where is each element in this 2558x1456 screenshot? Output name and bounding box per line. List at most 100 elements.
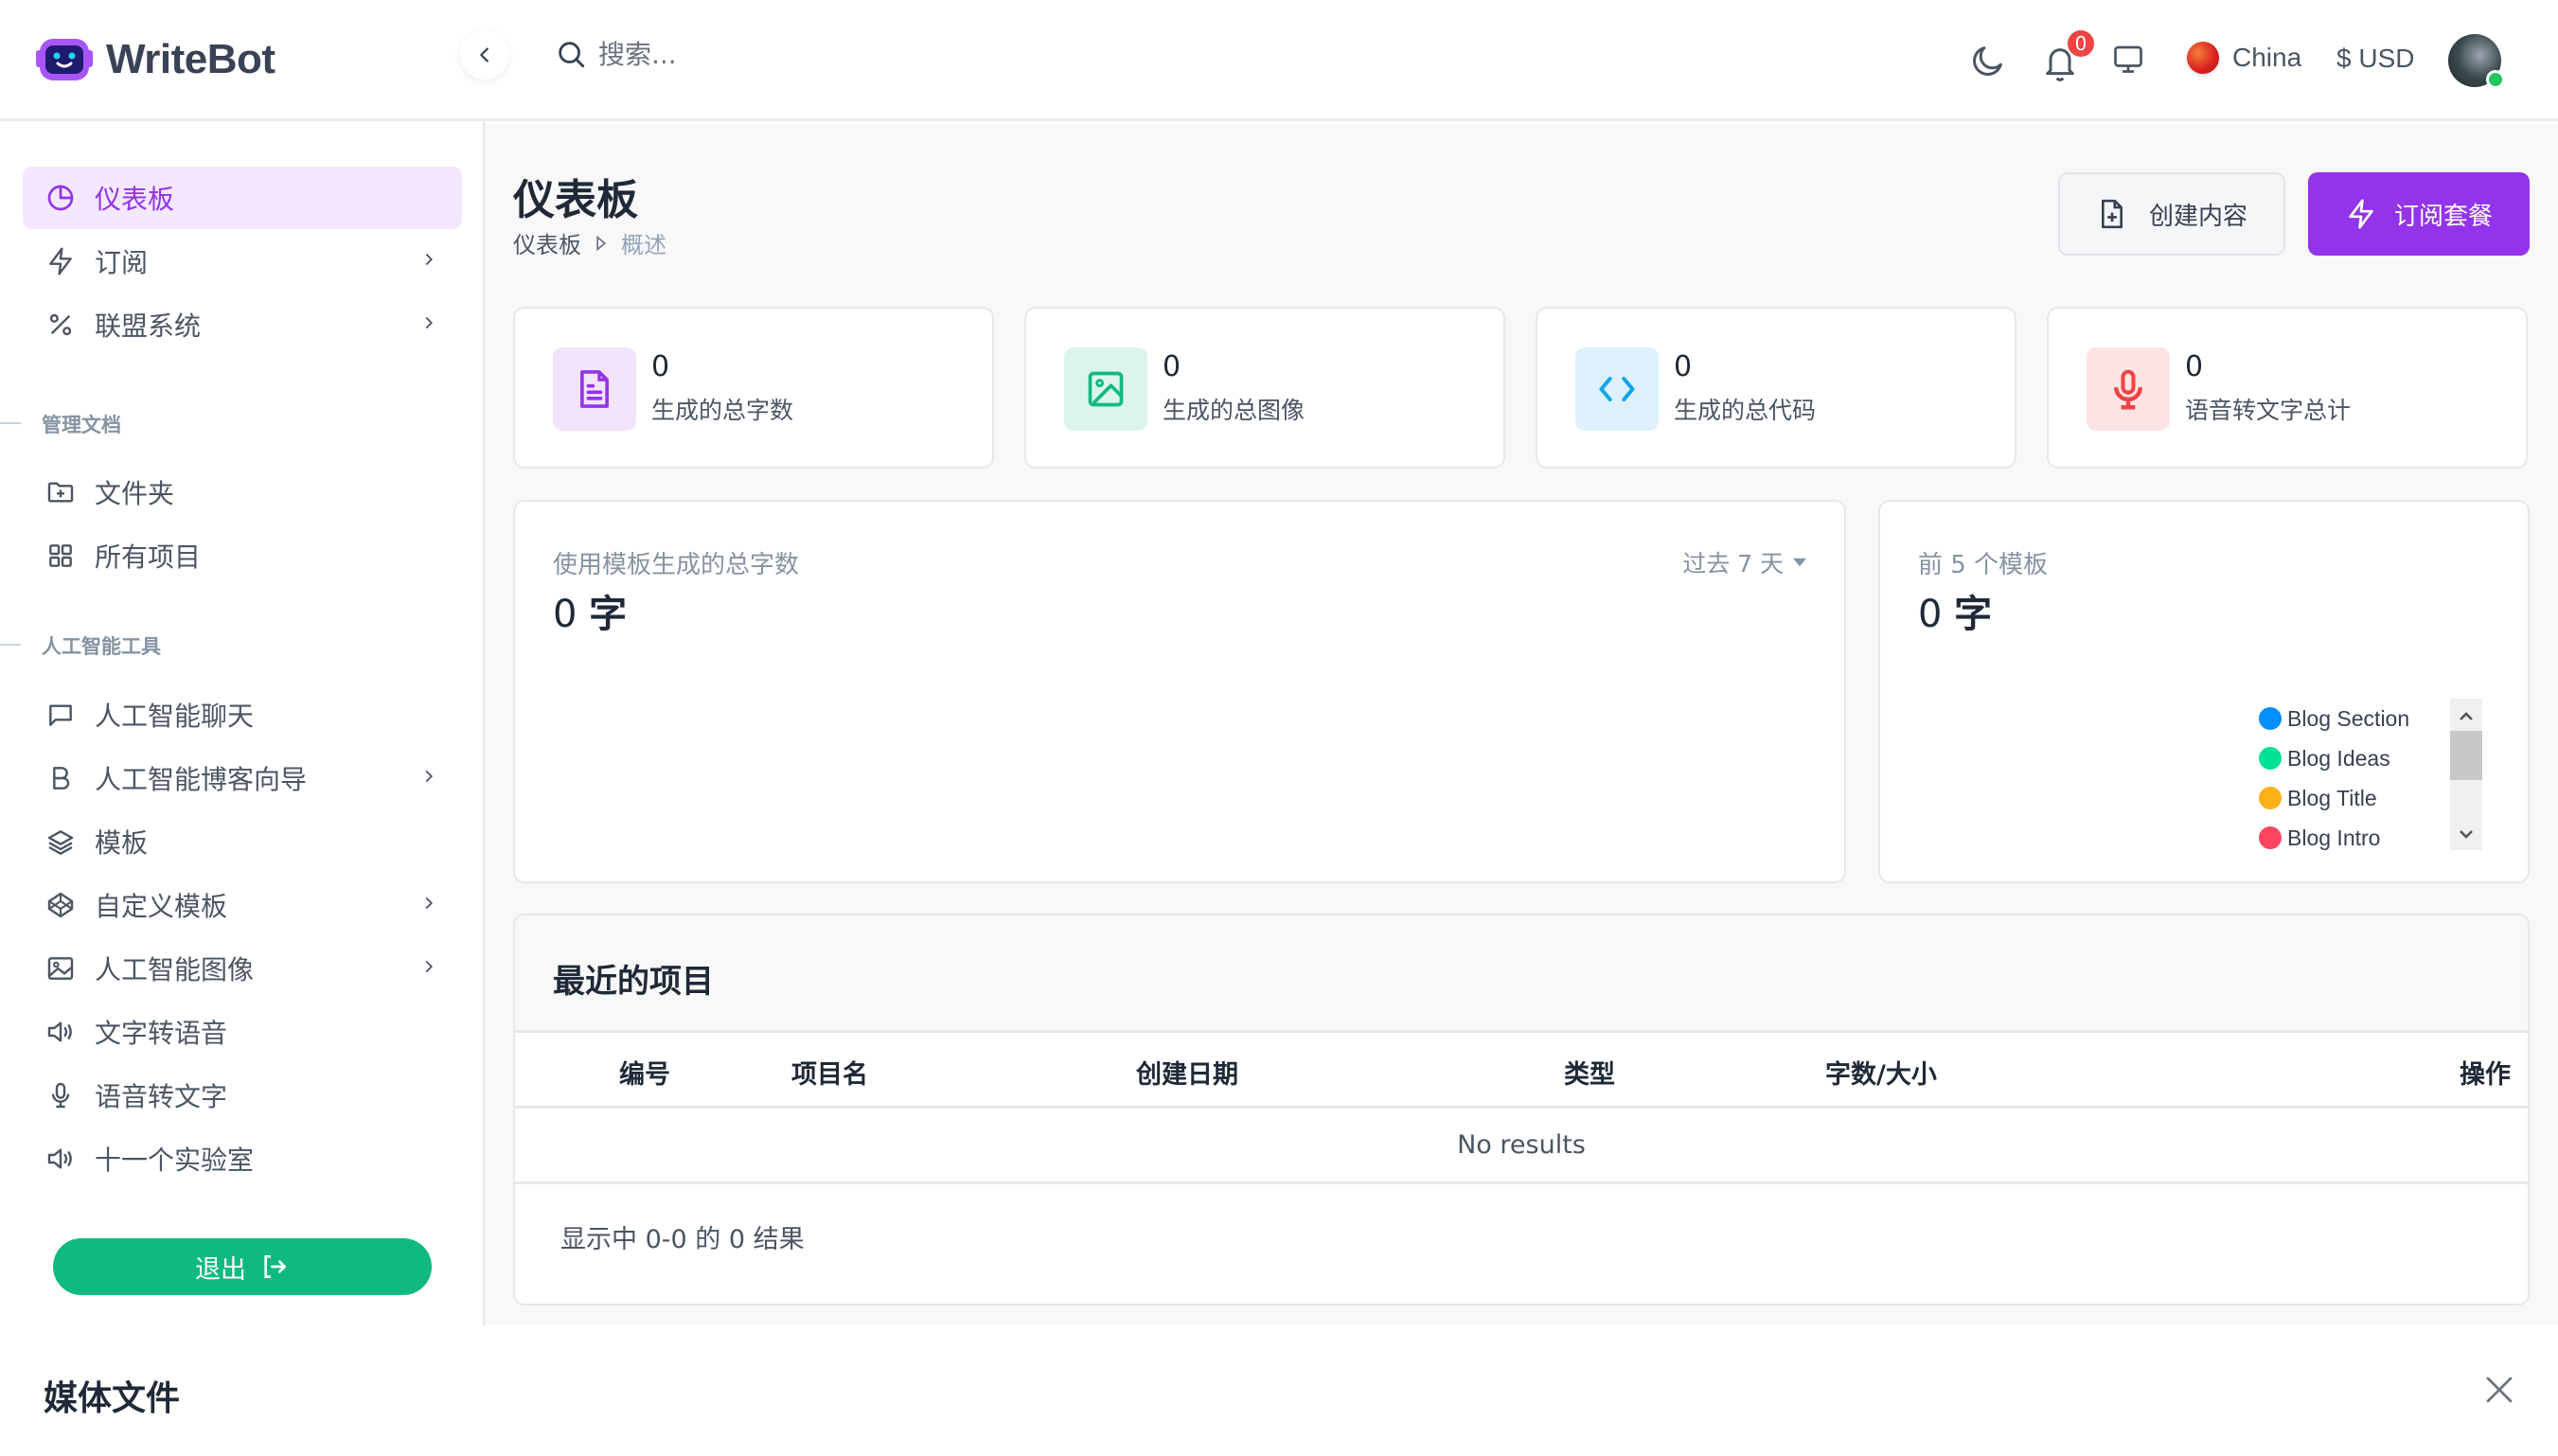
template-words-card: 使用模板生成的总字数 过去 7 天 0 字	[513, 500, 1846, 883]
create-content-label: 创建内容	[2148, 202, 2247, 231]
search-input[interactable]	[598, 38, 1072, 70]
chevron-right-icon	[425, 960, 434, 973]
sidebar-item-ai-blog-wizard[interactable]: 人工智能博客向导	[23, 747, 462, 809]
percent-icon	[45, 310, 76, 340]
monitor-icon	[2114, 45, 2142, 73]
search-bar	[555, 38, 1072, 70]
sidebar-item-ai-image[interactable]: 人工智能图像	[23, 937, 462, 1000]
column-header-project-name[interactable]: 项目名	[791, 1054, 868, 1091]
chat-icon	[45, 700, 76, 730]
robot-logo-icon	[36, 39, 93, 80]
breadcrumb-item[interactable]: 仪表板	[513, 226, 581, 259]
subscribe-plan-label: 订阅套餐	[2393, 202, 2493, 231]
legend-item[interactable]: Blog Ideas	[2259, 738, 2429, 778]
file-plus-icon	[2101, 199, 2123, 229]
section-title-ai-tools: 人工智能工具	[42, 635, 161, 658]
avatar[interactable]	[2448, 34, 2505, 89]
sidebar-item-label: 语音转文字	[95, 1081, 228, 1112]
section-divider	[0, 422, 21, 424]
table-card-header: 最近的项目	[515, 915, 2528, 1033]
online-status-indicator	[2486, 70, 2505, 89]
stat-value: 0	[651, 350, 670, 383]
column-header-type[interactable]: 类型	[1564, 1054, 1615, 1091]
column-header-created-date[interactable]: 创建日期	[1136, 1054, 1238, 1091]
country-label: China	[2232, 43, 2302, 72]
folder-plus-icon	[45, 477, 76, 507]
currency-selector[interactable]: $ USD	[2336, 44, 2414, 74]
caret-right-icon	[596, 235, 607, 251]
notifications-button[interactable]: 0	[2041, 30, 2094, 87]
column-header-word-count[interactable]: 字数/大小	[1825, 1054, 1937, 1091]
grid-icon	[45, 541, 76, 571]
sidebar-item-label: 文字转语音	[95, 1018, 228, 1049]
card-title: 使用模板生成的总字数	[553, 551, 800, 579]
sidebar-item-eleven-labs[interactable]: 十一个实验室	[23, 1128, 462, 1190]
column-header-id[interactable]: 编号	[619, 1054, 670, 1091]
legend-label: Blog Intro	[2287, 825, 2381, 850]
sidebar-item-label: 仪表板	[95, 184, 175, 215]
scroll-down-button[interactable]	[2450, 820, 2482, 848]
chevron-up-icon	[2460, 712, 2473, 720]
legend-label: Blog Section	[2287, 705, 2410, 731]
legend-item[interactable]: Blog Section	[2259, 699, 2429, 738]
code-icon	[1575, 347, 1659, 431]
media-panel-title: 媒体文件	[44, 1379, 181, 1418]
logout-button[interactable]: 退出	[53, 1238, 432, 1295]
fullscreen-button[interactable]	[2111, 42, 2145, 80]
sidebar-item-label: 自定义模板	[95, 891, 228, 922]
card-value-unit: 字	[589, 593, 628, 636]
flag-icon	[2187, 42, 2219, 74]
sidebar-item-custom-templates[interactable]: 自定义模板	[23, 874, 462, 936]
image-icon	[45, 953, 76, 984]
dark-mode-toggle[interactable]	[1969, 42, 2007, 83]
recent-projects-card: 最近的项目 编号 项目名 创建日期 类型 字数/大小 操作 No results…	[513, 914, 2530, 1305]
time-range-dropdown[interactable]: 过去 7 天	[1682, 545, 1806, 579]
table-empty-row: No results	[515, 1109, 2528, 1184]
subscribe-plan-button[interactable]: 订阅套餐	[2308, 172, 2530, 256]
sidebar-item-ai-chat[interactable]: 人工智能聊天	[23, 684, 462, 746]
sidebar-item-folders[interactable]: 文件夹	[23, 461, 462, 524]
search-icon	[559, 42, 585, 68]
layers-icon	[45, 826, 76, 857]
sidebar-item-all-projects[interactable]: 所有项目	[23, 524, 462, 587]
legend-item[interactable]: Blog Intro	[2259, 818, 2429, 850]
main-content: 仪表板 仪表板 概述 创建内容 订阅套餐 0 生成的总字数 0 生成的总图像 0…	[485, 124, 2558, 1325]
image-icon	[1064, 347, 1147, 431]
chevron-down-icon	[2460, 830, 2473, 839]
section-title-manage-docs: 管理文档	[42, 414, 121, 436]
stat-value: 0	[1674, 350, 1693, 383]
scroll-up-button[interactable]	[2450, 702, 2482, 731]
language-selector[interactable]: China	[2187, 42, 2301, 74]
sidebar-item-text-to-speech[interactable]: 文字转语音	[23, 1001, 462, 1063]
card-value: 0 字	[553, 583, 627, 638]
logo[interactable]: WriteBot	[36, 36, 275, 83]
card-value: 0 字	[1918, 583, 1992, 638]
lightning-icon	[45, 246, 76, 276]
chevron-right-icon	[425, 770, 434, 783]
card-value-number: 0	[1918, 593, 1943, 636]
sidebar-item-subscription[interactable]: 订阅	[23, 230, 462, 293]
moon-icon	[1973, 46, 2002, 76]
sidebar-item-dashboard[interactable]: 仪表板	[23, 167, 462, 229]
card-value-unit: 字	[1954, 593, 1993, 636]
stat-label: 语音转文字总计	[2185, 397, 2352, 424]
card-value-number: 0	[553, 593, 577, 636]
codepen-icon	[45, 890, 76, 920]
legend-scrollbar[interactable]	[2450, 699, 2482, 850]
media-files-panel: 媒体文件	[0, 1325, 2558, 1456]
sidebar-item-label: 所有项目	[95, 542, 202, 573]
sidebar-collapse-button[interactable]	[460, 30, 509, 80]
create-content-button[interactable]: 创建内容	[2058, 172, 2285, 256]
card-title: 前 5 个模板	[1918, 551, 2049, 579]
chart-legend: Blog Section Blog Ideas Blog Title Blog …	[2259, 699, 2429, 850]
media-panel-close-button[interactable]	[2482, 1373, 2516, 1411]
top-header: WriteBot 0 China $ USD	[0, 0, 2558, 121]
sidebar-item-templates[interactable]: 模板	[23, 810, 462, 873]
sidebar-item-affiliate[interactable]: 联盟系统	[23, 293, 462, 356]
scrollbar-thumb[interactable]	[2450, 731, 2482, 780]
app-name: WriteBot	[106, 36, 275, 82]
legend-item[interactable]: Blog Title	[2259, 778, 2429, 818]
breadcrumb: 仪表板 概述	[513, 226, 666, 259]
sidebar-item-speech-to-text[interactable]: 语音转文字	[23, 1064, 462, 1127]
sidebar-item-label: 人工智能图像	[95, 954, 255, 985]
